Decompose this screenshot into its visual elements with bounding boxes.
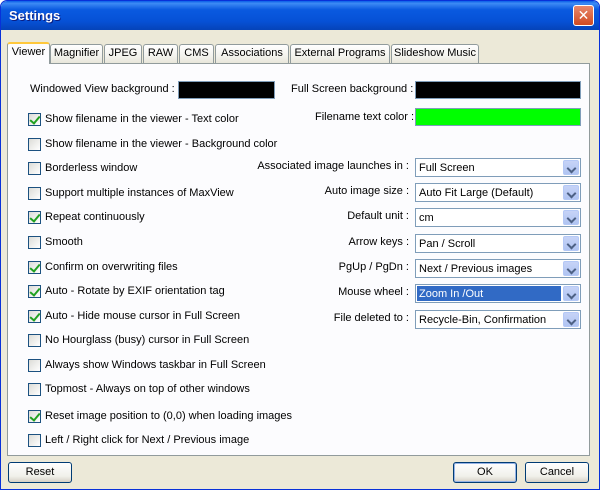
arrow-keys-select[interactable]: Pan / Scroll: [415, 234, 581, 253]
checkbox[interactable]: [28, 284, 41, 298]
checkbox-row[interactable]: Show filename in the viewer - Background…: [28, 136, 277, 152]
filename-color-label: Filename text color :: [315, 111, 415, 123]
mouse-wheel-select[interactable]: Zoom In /Out: [415, 284, 581, 303]
checkbox-row[interactable]: Smooth: [28, 234, 83, 250]
checkbox[interactable]: [28, 358, 41, 372]
chevron-down-icon[interactable]: [563, 312, 579, 327]
checkbox[interactable]: [28, 333, 41, 347]
checkbox-label: Show filename in the viewer - Text color: [45, 113, 239, 125]
mouse-wheel-label: Mouse wheel :: [338, 286, 409, 298]
checkbox-row[interactable]: Always show Windows taskbar in Full Scre…: [28, 357, 266, 373]
chevron-down-icon[interactable]: [563, 286, 579, 301]
checkbox-row[interactable]: Confirm on overwriting files: [28, 259, 178, 275]
window-title: Settings: [9, 8, 61, 23]
checkbox[interactable]: [28, 137, 41, 151]
checkbox[interactable]: [28, 260, 41, 274]
select-value: Auto Fit Large (Default): [419, 187, 534, 199]
checkbox-label: Reset image position to (0,0) when loadi…: [45, 410, 293, 422]
tab-magnifier[interactable]: Magnifier: [50, 44, 103, 63]
select-value: Pan / Scroll: [419, 238, 476, 250]
reset-button[interactable]: Reset: [8, 462, 72, 483]
checkbox-row[interactable]: Repeat continuously: [28, 209, 145, 225]
default-unit-label: Default unit :: [347, 210, 409, 222]
title-bar[interactable]: Settings ✕: [1, 1, 599, 30]
checkbox-label: Topmost - Always on top of other windows: [45, 383, 250, 395]
checkbox-row[interactable]: Left / Right click for Next / Previous i…: [28, 432, 249, 448]
checkbox[interactable]: [28, 235, 41, 249]
checkbox[interactable]: [28, 186, 41, 200]
launch-mode-select[interactable]: Full Screen: [415, 158, 581, 177]
checkbox-label: No Hourglass (busy) cursor in Full Scree…: [45, 334, 250, 346]
default-unit-select[interactable]: cm: [415, 208, 581, 227]
launch-mode-label: Associated image launches in :: [257, 160, 409, 172]
checkbox-label: Auto - Hide mouse cursor in Full Screen: [45, 310, 241, 322]
checkbox[interactable]: [28, 382, 41, 396]
checkbox[interactable]: [28, 112, 41, 126]
checkbox-label: Confirm on overwriting files: [45, 261, 178, 273]
chevron-down-icon[interactable]: [563, 261, 579, 276]
chevron-down-icon[interactable]: [563, 236, 579, 251]
pgup-pgdn-label: PgUp / PgDn :: [338, 261, 409, 273]
checkbox-row[interactable]: Auto - Rotate by EXIF orientation tag: [28, 283, 225, 299]
checkbox-row[interactable]: Auto - Hide mouse cursor in Full Screen: [28, 308, 240, 324]
tab-viewer[interactable]: Viewer: [7, 42, 50, 64]
checkbox-label: Always show Windows taskbar in Full Scre…: [45, 359, 266, 371]
select-value: Zoom In /Out: [419, 288, 484, 300]
checkbox-row[interactable]: Show filename in the viewer - Text color: [28, 111, 239, 127]
fullscreen-bg-swatch[interactable]: [415, 81, 581, 99]
checkbox-label: Show filename in the viewer - Background…: [45, 138, 278, 150]
auto-size-label: Auto image size :: [324, 185, 409, 197]
file-deleted-select[interactable]: Recycle-Bin, Confirmation: [415, 310, 581, 329]
checkbox-label: Support multiple instances of MaxView: [45, 187, 234, 199]
checkbox[interactable]: [28, 309, 41, 323]
chevron-down-icon[interactable]: [563, 210, 579, 225]
checkbox-row[interactable]: Topmost - Always on top of other windows: [28, 381, 250, 397]
pgup-pgdn-select[interactable]: Next / Previous images: [415, 259, 581, 278]
checkbox-label: Auto - Rotate by EXIF orientation tag: [45, 285, 225, 297]
file-deleted-label: File deleted to :: [333, 312, 409, 324]
checkbox-label: Borderless window: [45, 162, 138, 174]
windowed-bg-swatch[interactable]: [178, 81, 275, 99]
checkbox[interactable]: [28, 161, 41, 175]
tab-associations[interactable]: Associations: [215, 44, 289, 63]
checkbox-row[interactable]: Borderless window: [28, 160, 137, 176]
auto-size-select[interactable]: Auto Fit Large (Default): [415, 183, 581, 202]
viewer-panel: Windowed View background : Full Screen b…: [7, 63, 590, 456]
filename-color-swatch[interactable]: [415, 108, 581, 126]
close-icon[interactable]: ✕: [573, 5, 594, 26]
tab-jpeg[interactable]: JPEG: [104, 44, 142, 63]
select-value: Full Screen: [419, 162, 475, 174]
checkbox[interactable]: [28, 409, 41, 423]
checkbox-row[interactable]: Support multiple instances of MaxView: [28, 185, 234, 201]
settings-window: Settings ✕ Viewer Magnifier JPEG RAW CMS…: [0, 0, 600, 490]
chevron-down-icon[interactable]: [563, 185, 579, 200]
checkbox-label: Smooth: [45, 236, 83, 248]
select-value: Next / Previous images: [419, 263, 533, 275]
checkbox[interactable]: [28, 433, 41, 447]
select-value: Recycle-Bin, Confirmation: [419, 314, 547, 326]
windowed-bg-label: Windowed View background :: [30, 83, 175, 95]
cancel-button[interactable]: Cancel: [525, 462, 589, 483]
checkbox-label: Left / Right click for Next / Previous i…: [45, 434, 250, 446]
select-value: cm: [419, 212, 434, 224]
checkbox-row[interactable]: Reset image position to (0,0) when loadi…: [28, 408, 292, 424]
tab-cms[interactable]: CMS: [179, 44, 214, 63]
dialog-client: Viewer Magnifier JPEG RAW CMS Associatio…: [4, 30, 596, 488]
checkbox-row[interactable]: No Hourglass (busy) cursor in Full Scree…: [28, 332, 249, 348]
chevron-down-icon[interactable]: [563, 160, 579, 175]
checkbox[interactable]: [28, 210, 41, 224]
tab-external-programs[interactable]: External Programs: [290, 44, 390, 63]
ok-button[interactable]: OK: [453, 462, 517, 483]
tab-raw[interactable]: RAW: [143, 44, 178, 63]
tab-slideshow-music[interactable]: Slideshow Music: [391, 44, 479, 63]
arrow-keys-label: Arrow keys :: [348, 236, 409, 248]
checkbox-label: Repeat continuously: [45, 211, 145, 223]
fullscreen-bg-label: Full Screen background :: [291, 83, 414, 95]
